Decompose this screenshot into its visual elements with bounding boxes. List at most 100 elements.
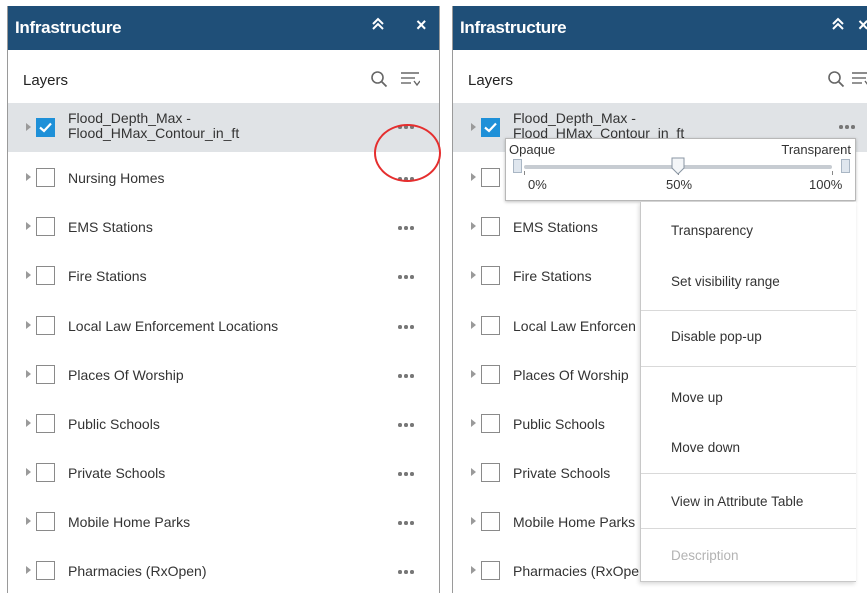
opaque-label: Opaque <box>509 142 556 157</box>
expand-caret-icon[interactable] <box>471 123 476 131</box>
menu-divider <box>641 366 856 367</box>
expand-caret-icon[interactable] <box>26 517 31 525</box>
collapse-icon[interactable] <box>831 17 845 36</box>
layer-row[interactable]: Public Schools <box>8 398 439 447</box>
layer-checkbox[interactable] <box>481 414 500 433</box>
layer-name: Public Schools <box>513 416 605 432</box>
tick-label-0: 0% <box>528 177 547 192</box>
layer-name: Private Schools <box>513 465 611 481</box>
menu-divider <box>641 528 856 529</box>
layer-row[interactable]: EMS Stations <box>8 201 439 250</box>
menu-item-transparency[interactable]: Transparency <box>641 223 856 238</box>
layer-name-line1: Flood_Depth_Max - <box>513 110 636 126</box>
layer-checkbox[interactable] <box>36 414 55 433</box>
expand-caret-icon[interactable] <box>471 566 476 574</box>
expand-caret-icon[interactable] <box>26 566 31 574</box>
slider-thumb[interactable] <box>671 157 685 175</box>
expand-caret-icon[interactable] <box>471 370 476 378</box>
expand-caret-icon[interactable] <box>471 321 476 329</box>
transparency-slider-popup: Opaque Transparent 0% 50% 100% <box>505 138 856 201</box>
slider-increase-arrow-icon[interactable] <box>841 159 850 173</box>
layer-name: Pharmacies (RxOpe <box>513 563 640 579</box>
more-options-icon[interactable] <box>396 418 420 432</box>
search-icon[interactable] <box>370 70 388 88</box>
search-icon[interactable] <box>827 70 845 88</box>
filter-icon[interactable] <box>851 70 867 88</box>
menu-divider <box>641 310 856 311</box>
menu-item-view-attribute-table[interactable]: View in Attribute Table <box>641 494 856 509</box>
slider-tick <box>832 171 833 175</box>
expand-caret-icon[interactable] <box>26 419 31 427</box>
layer-checkbox[interactable] <box>481 316 500 335</box>
layer-checkbox[interactable] <box>481 168 500 187</box>
layer-row[interactable]: Pharmacies (RxOpen) <box>8 545 439 593</box>
expand-caret-icon[interactable] <box>26 370 31 378</box>
layer-list-panel-left: Infrastructure × Layers Flood_Depth_Max … <box>7 6 440 593</box>
layer-row[interactable]: Local Law Enforcement Locations <box>8 300 439 349</box>
layer-row[interactable]: Places Of Worship <box>8 349 439 398</box>
menu-item-description: Description <box>671 548 739 563</box>
tick-label-50: 50% <box>666 177 693 192</box>
menu-item-set-visibility-range[interactable]: Set visibility range <box>641 274 856 289</box>
expand-caret-icon[interactable] <box>471 173 476 181</box>
panel-header: Infrastructure × <box>8 6 439 50</box>
more-options-icon[interactable] <box>396 320 420 334</box>
layer-checkbox[interactable] <box>481 561 500 580</box>
layer-name: Places Of Worship <box>513 367 629 383</box>
layer-checkbox[interactable] <box>481 266 500 285</box>
menu-item-move-up[interactable]: Move up <box>641 390 856 405</box>
menu-item-move-down[interactable]: Move down <box>641 440 856 455</box>
expand-caret-icon[interactable] <box>26 123 31 131</box>
filter-icon[interactable] <box>400 70 421 88</box>
more-options-icon[interactable] <box>837 120 861 134</box>
layer-checkbox[interactable] <box>481 217 500 236</box>
more-options-icon[interactable] <box>396 565 420 579</box>
panel-header: Infrastructure × <box>453 6 867 50</box>
expand-caret-icon[interactable] <box>471 222 476 230</box>
more-options-icon[interactable] <box>396 516 420 530</box>
expand-caret-icon[interactable] <box>471 517 476 525</box>
menu-item-disable-popup[interactable]: Disable pop-up <box>641 329 856 344</box>
layer-checkbox[interactable] <box>36 512 55 531</box>
layer-checkbox[interactable] <box>36 561 55 580</box>
more-options-icon[interactable] <box>396 221 420 235</box>
layer-name: Fire Stations <box>513 268 592 284</box>
layer-checkbox[interactable] <box>36 118 55 137</box>
more-options-icon[interactable] <box>396 467 420 481</box>
collapse-icon[interactable] <box>371 17 385 36</box>
layer-row[interactable]: Private Schools <box>8 447 439 496</box>
more-options-icon[interactable] <box>396 369 420 383</box>
more-options-icon[interactable] <box>396 270 420 284</box>
layer-checkbox[interactable] <box>481 512 500 531</box>
layer-checkbox[interactable] <box>36 168 55 187</box>
menu-divider <box>641 473 856 474</box>
layer-checkbox[interactable] <box>481 365 500 384</box>
layer-name: Public Schools <box>68 416 160 432</box>
layer-checkbox[interactable] <box>481 118 500 137</box>
layer-checkbox[interactable] <box>36 266 55 285</box>
panel-title: Infrastructure <box>15 18 122 37</box>
close-icon[interactable]: × <box>858 15 867 36</box>
expand-caret-icon[interactable] <box>471 271 476 279</box>
close-icon[interactable]: × <box>416 15 427 36</box>
layer-checkbox[interactable] <box>481 463 500 482</box>
expand-caret-icon[interactable] <box>26 222 31 230</box>
layer-checkbox[interactable] <box>36 217 55 236</box>
layers-label: Layers <box>468 72 514 89</box>
layer-name: Local Law Enforcement Locations <box>68 318 279 334</box>
expand-caret-icon[interactable] <box>471 419 476 427</box>
layer-checkbox[interactable] <box>36 365 55 384</box>
layer-checkbox[interactable] <box>36 316 55 335</box>
layer-name: EMS Stations <box>68 219 153 235</box>
expand-caret-icon[interactable] <box>26 173 31 181</box>
expand-caret-icon[interactable] <box>26 271 31 279</box>
expand-caret-icon[interactable] <box>26 321 31 329</box>
expand-caret-icon[interactable] <box>26 468 31 476</box>
slider-decrease-arrow-icon[interactable] <box>513 159 522 173</box>
layer-name: Pharmacies (RxOpen) <box>68 563 207 579</box>
layer-checkbox[interactable] <box>36 463 55 482</box>
expand-caret-icon[interactable] <box>471 468 476 476</box>
layer-context-menu: Transparency Set visibility range Disabl… <box>640 202 856 582</box>
layer-row[interactable]: Fire Stations <box>8 250 439 299</box>
layer-row[interactable]: Mobile Home Parks <box>8 496 439 545</box>
